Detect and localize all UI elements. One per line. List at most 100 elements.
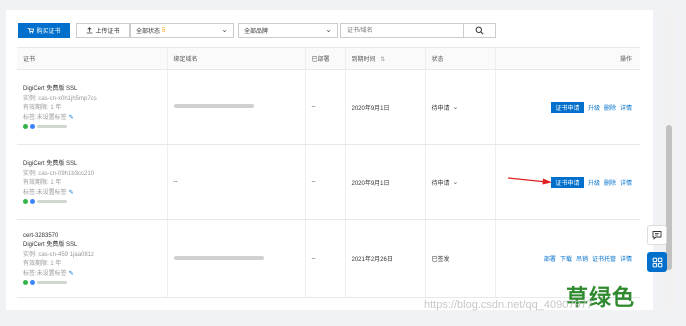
cert-id: cert-3283570: [23, 232, 59, 239]
deploy-link[interactable]: 部署: [544, 254, 556, 263]
cert-tag-label: 标签:未设置标签: [23, 270, 67, 277]
cert-name: DigiCert 免费版 SSL: [23, 161, 78, 167]
chevron-down-icon: ⌄: [452, 179, 459, 186]
expiry-cell: 2021年2月26日: [345, 219, 426, 298]
chevron-down-icon: ⌄: [325, 25, 332, 34]
cert-cell: DigiCert 免费版 SSL 实例: cas-cn-x0h1jh5mp7cs…: [17, 69, 168, 145]
deployed-cell: --: [305, 69, 346, 145]
cert-period: 有效期限: 1 年: [23, 261, 62, 268]
cert-period: 有效期限: 1 年: [23, 105, 62, 111]
redacted-text: [37, 125, 67, 128]
domain-cell: --: [167, 144, 306, 220]
status-cell: 已签发: [425, 219, 496, 298]
buy-certificate-label: 购买证书: [36, 29, 61, 35]
redacted-text: [37, 281, 67, 285]
cert-tag: 标签:未设置标签 ✎: [23, 270, 167, 280]
domain-cell: [167, 69, 306, 145]
header-expiry-label: 到期时间: [351, 57, 376, 63]
status-filter-count: 5: [162, 27, 166, 34]
delete-link[interactable]: 删除: [604, 103, 616, 112]
upgrade-link[interactable]: 升级: [588, 178, 600, 187]
redacted-domain: [173, 104, 254, 108]
details-link[interactable]: 详情: [620, 254, 632, 263]
badge-icon: [30, 124, 35, 129]
domain-cell: [167, 219, 306, 298]
cert-instance: 实例: cas-cn-459 1jaa081z: [23, 251, 95, 258]
red-arrow-annotation: [507, 177, 552, 185]
cert-badges: [23, 199, 167, 204]
cert-period: 有效期限: 1 年: [23, 180, 62, 186]
header-ops: 操作: [495, 47, 640, 70]
feedback-button[interactable]: [647, 225, 667, 245]
cert-badges: [23, 280, 167, 286]
edit-icon[interactable]: ✎: [69, 190, 74, 196]
sort-icon[interactable]: ⇅: [380, 57, 385, 63]
certificate-table: 证书 绑定域名 已部署 到期时间 ⇅ 状态 操作 DigiCert 免费版 SS…: [17, 47, 640, 298]
revoke-link[interactable]: 吊销: [576, 254, 588, 263]
status-text: 已签发: [431, 257, 450, 263]
cert-cell: DigiCert 免费版 SSL 实例: cas-cn-09h1b3cc210 …: [17, 144, 168, 220]
chat-icon: [652, 231, 662, 240]
search-icon: [475, 26, 484, 35]
shield-icon: [23, 124, 28, 129]
header-deployed: 已部署: [305, 47, 346, 70]
chevron-down-icon: ⌄: [221, 25, 228, 34]
toolbar: 购买证书 上传证书 全部状态 5 ⌄ 全部品牌 ⌄: [12, 17, 652, 38]
header-status: 状态: [425, 47, 496, 70]
apply-certificate-button[interactable]: 证书申请: [550, 101, 584, 113]
table-header-row: 证书 绑定域名 已部署 到期时间 ⇅ 状态 操作: [17, 47, 640, 70]
table-row: cert-3283570 DigiCert 免费版 SSL 实例: cas-cn…: [17, 219, 640, 298]
edit-icon[interactable]: ✎: [69, 271, 74, 277]
scrollbar-thumb[interactable]: [666, 125, 672, 270]
deployed-cell: --: [305, 219, 346, 298]
cert-tag-label: 标签:未设置标签: [23, 189, 67, 196]
apply-certificate-button[interactable]: 证书申请: [550, 176, 584, 188]
cart-icon: [28, 27, 35, 34]
shield-icon: [23, 199, 28, 204]
search-input[interactable]: [340, 23, 464, 38]
watermark-text: https://blog.csdn.net/qq_40907977: [424, 299, 593, 311]
brand-filter-value: 全部品牌: [244, 29, 269, 35]
header-domain: 绑定域名: [167, 47, 306, 70]
cert-instance: 实例: cas-cn-09h1b3cc210: [23, 170, 95, 177]
cert-name: DigiCert 免费版 SSL: [23, 86, 78, 92]
status-filter-select[interactable]: 全部状态 5 ⌄: [130, 23, 234, 38]
status-text: 待申请: [431, 180, 450, 187]
details-link[interactable]: 详情: [620, 178, 632, 187]
hosting-link[interactable]: 证书托管: [592, 254, 616, 263]
cert-badges: [23, 124, 167, 129]
deployed-cell: --: [305, 144, 346, 220]
shield-icon: [23, 280, 28, 286]
cert-tag: 标签:未设置标签 ✎: [23, 189, 167, 199]
brand-filter-select[interactable]: 全部品牌 ⌄: [238, 23, 338, 38]
search-button[interactable]: [464, 23, 496, 38]
upload-icon: [87, 27, 93, 34]
edit-icon[interactable]: ✎: [69, 115, 74, 121]
cert-instance: 实例: cas-cn-x0h1jh5mp7cs: [23, 95, 97, 102]
cert-tag: 标签:未设置标签 ✎: [23, 114, 167, 124]
badge-icon: [30, 199, 35, 204]
chevron-down-icon: ⌄: [452, 104, 459, 111]
expiry-cell: 2020年9月1日: [345, 144, 426, 220]
details-link[interactable]: 详情: [620, 103, 632, 112]
table-row: DigiCert 免费版 SSL 实例: cas-cn-x0h1jh5mp7cs…: [17, 69, 640, 145]
upgrade-link[interactable]: 升级: [588, 103, 600, 112]
upload-certificate-button[interactable]: 上传证书: [76, 23, 130, 38]
cert-cell: cert-3283570 DigiCert 免费版 SSL 实例: cas-cn…: [17, 219, 168, 298]
delete-link[interactable]: 删除: [604, 178, 616, 187]
apps-button[interactable]: [647, 252, 667, 272]
ops-cell: 证书申请 升级 删除 详情: [495, 69, 640, 145]
status-cell[interactable]: 待申请 ⌄: [425, 144, 496, 220]
cert-name: DigiCert 免费版 SSL: [23, 242, 78, 249]
apps-grid-icon: [652, 257, 662, 267]
download-link[interactable]: 下载: [560, 254, 572, 263]
badge-icon: [30, 280, 35, 286]
status-cell[interactable]: 待申请 ⌄: [425, 69, 496, 145]
status-filter-value: 全部状态: [136, 29, 161, 35]
header-expiry[interactable]: 到期时间 ⇅: [345, 47, 426, 70]
redacted-text: [37, 200, 67, 203]
status-text: 待申请: [431, 105, 450, 112]
redacted-domain: [173, 255, 264, 260]
buy-certificate-button[interactable]: 购买证书: [18, 23, 70, 38]
upload-certificate-label: 上传证书: [95, 29, 120, 35]
